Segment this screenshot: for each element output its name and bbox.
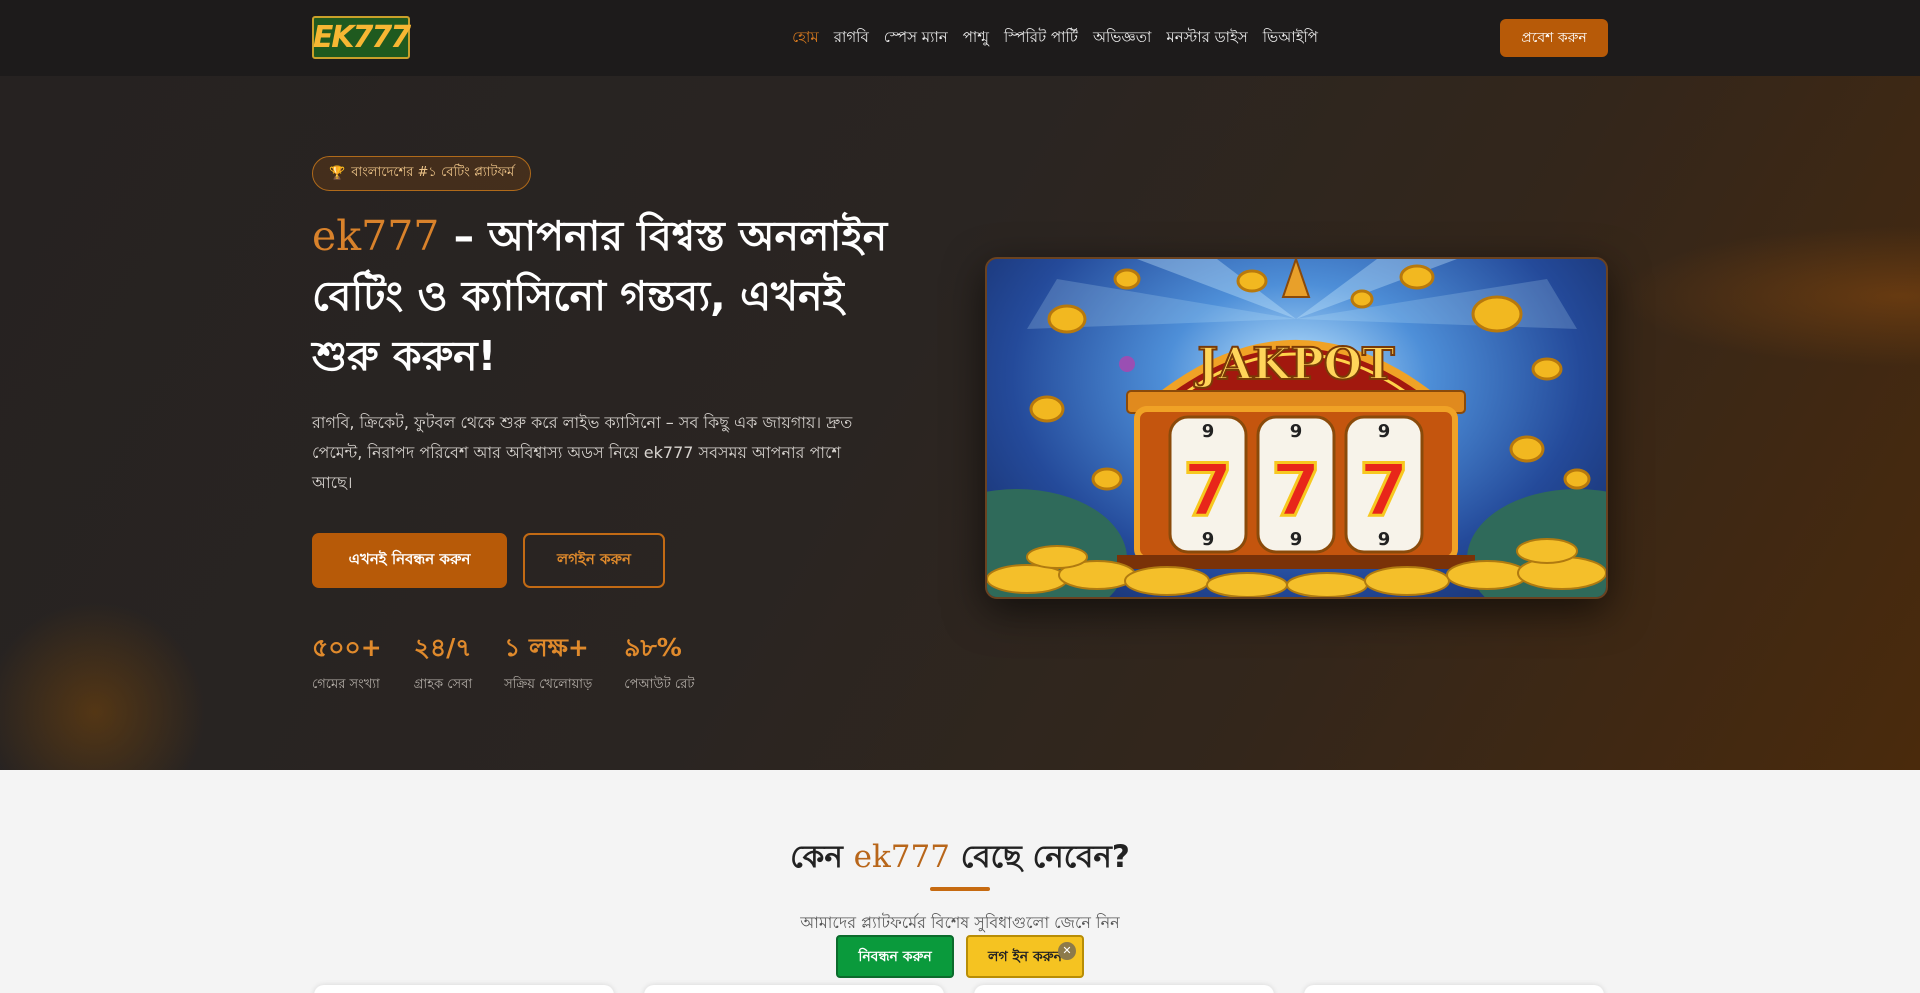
hero-stats: ৫০০+ গেমের সংখ্যা ২৪/৭ গ্রাহক সেবা ১ লক্…: [312, 630, 694, 696]
main-nav: হোম রাগবি স্পেস ম্যান পাশ্মু স্পিরিট পার…: [792, 0, 1318, 76]
nav-item-vip[interactable]: ভিআইপি: [1263, 26, 1318, 51]
reel-number: 9: [1290, 529, 1303, 550]
floating-register-button[interactable]: নিবন্ধন করুন: [836, 935, 954, 978]
enter-button[interactable]: প্রবেশ করুন: [1500, 19, 1608, 57]
reel-number: 9: [1202, 421, 1215, 442]
nav-item-spaceman[interactable]: স্পেস ম্যান: [884, 26, 948, 51]
jackpot-illustration: JAKPOT 9 9 9 7 7 7 9 9 9: [987, 259, 1606, 597]
reel-number: 9: [1378, 529, 1391, 550]
hero-badge-text: বাংলাদেশের #১ বেটিং প্ল্যাটফর্ম: [351, 165, 515, 180]
hero-badge: 🏆 বাংলাদেশের #১ বেটিং প্ল্যাটফর্ম: [312, 156, 532, 191]
stat-games: ৫০০+ গেমের সংখ্যা: [312, 630, 382, 696]
trophy-icon: 🏆: [329, 166, 346, 181]
stat-label: গ্রাহক সেবা: [413, 677, 473, 692]
site-logo[interactable]: EK777: [312, 16, 411, 59]
nav-item-home[interactable]: হোম: [792, 26, 819, 51]
stat-value: ৫০০+: [312, 633, 382, 662]
stat-value: ২৪/৭: [413, 633, 472, 662]
hero-title: ek777 – আপনার বিশ্বস্ত অনলাইন বেটিং ও ক্…: [312, 206, 922, 386]
feature-card: [644, 985, 944, 993]
close-icon[interactable]: ✕: [1058, 942, 1076, 960]
features-title: কেন ek777 বেছে নেবেন?: [0, 833, 1920, 885]
stat-payout: ৯৮% পেআউট রেট: [624, 630, 694, 696]
login-button[interactable]: লগইন করুন: [523, 533, 665, 588]
nav-item-monster-dice[interactable]: মনস্টার ডাইস: [1166, 26, 1247, 51]
feature-card: [1304, 985, 1604, 993]
nav-item-spirit-party[interactable]: স্পিরিট পার্টি: [1004, 26, 1078, 51]
features-subtitle: আমাদের প্ল্যাটফর্মের বিশেষ সুবিধাগুলো জে…: [800, 913, 1120, 932]
nav-item-rugby[interactable]: রাগবি: [834, 26, 869, 51]
hero-jackpot-image: JAKPOT 9 9 9 7 7 7 9 9 9: [985, 257, 1608, 599]
stat-support: ২৪/৭ গ্রাহক সেবা: [414, 630, 472, 696]
reel-number: 9: [1378, 421, 1391, 442]
features-title-brand: ek777: [853, 839, 950, 875]
stat-value: ১ লক্ষ+: [504, 633, 589, 662]
reel-number: 9: [1290, 421, 1303, 442]
hero-title-brand: ek777: [312, 212, 440, 260]
stat-value: ৯৮%: [624, 633, 682, 662]
stat-label: সক্রিয় খেলোয়াড়: [504, 677, 593, 692]
stat-label: পেআউট রেট: [624, 677, 695, 692]
reel-symbol: 7: [1359, 448, 1409, 532]
nav-item-pashmu[interactable]: পাশ্মু: [963, 26, 989, 51]
jackpot-banner-text: JAKPOT: [1193, 339, 1395, 390]
stat-players: ১ লক্ষ+ সক্রিয় খেলোয়াড়: [504, 630, 592, 696]
site-header: EK777 হোম রাগবি স্পেস ম্যান পাশ্মু স্পির…: [0, 0, 1920, 76]
feature-card: [974, 985, 1274, 993]
nav-item-experience[interactable]: অভিজ্ঞতা: [1093, 26, 1151, 51]
register-now-button[interactable]: এখনই নিবন্ধন করুন: [312, 533, 507, 588]
reel-symbol: 7: [1271, 448, 1321, 532]
reel-symbol: 7: [1183, 448, 1233, 532]
hero-section: 🏆 বাংলাদেশের #১ বেটিং প্ল্যাটফর্ম ek777 …: [0, 76, 1920, 770]
reel-number: 9: [1202, 529, 1215, 550]
hero-description: রাগবি, ক্রিকেট, ফুটবল থেকে শুরু করে লাইভ…: [312, 413, 853, 492]
title-underline: [930, 887, 990, 891]
stat-label: গেমের সংখ্যা: [312, 677, 380, 692]
features-title-prefix: কেন: [790, 839, 854, 875]
feature-card: [314, 985, 614, 993]
features-title-suffix: বেছে নেবেন?: [949, 839, 1130, 875]
